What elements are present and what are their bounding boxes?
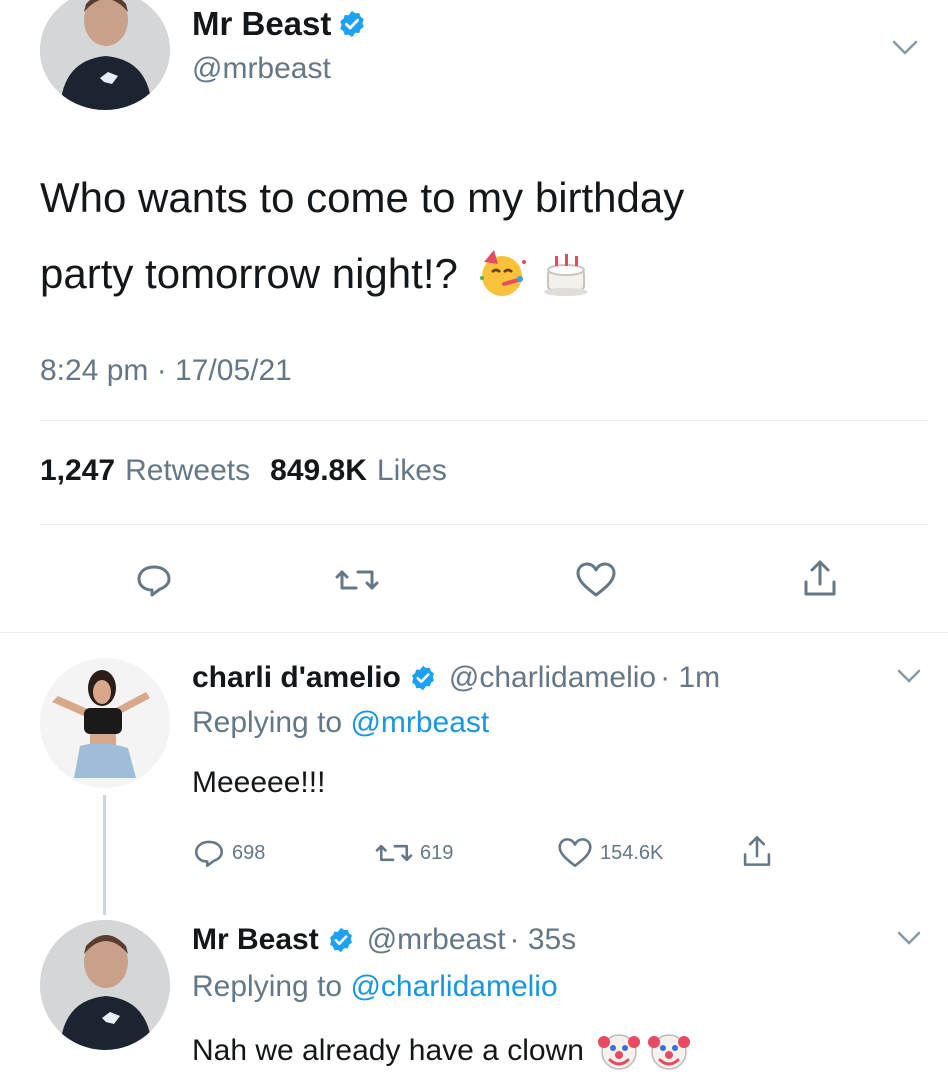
author-handle[interactable]: @mrbeast [367, 923, 506, 957]
likes-label[interactable]: Likes [377, 454, 447, 488]
reply-time[interactable]: · 35s [510, 923, 577, 957]
tweet-text-line-1: Who wants to come to my birthday [40, 174, 685, 221]
clown-face-icon [647, 1034, 690, 1070]
like-heart-icon[interactable] [574, 560, 618, 600]
retweet-icon[interactable] [334, 560, 380, 600]
divider [40, 420, 928, 421]
divider [40, 524, 928, 525]
reply-action[interactable]: 698 [192, 836, 265, 870]
tweet-timestamp[interactable]: 8:24 pm · 17/05/21 [40, 354, 292, 388]
author-handle[interactable]: @charlidamelio [449, 661, 656, 695]
avatar[interactable] [40, 658, 170, 788]
birthday-cake-icon [543, 254, 588, 296]
replying-to-label: Replying to [192, 970, 343, 1003]
reply-time[interactable]: · 1m [660, 661, 720, 695]
reply-icon [194, 840, 224, 868]
likes-count[interactable]: 849.8K [270, 454, 367, 488]
like-heart-icon [558, 838, 592, 868]
avatar-image [40, 658, 170, 788]
clown-face-icon [597, 1034, 640, 1070]
reply-count: 698 [232, 841, 266, 864]
retweet-icon [375, 844, 413, 862]
retweets-label[interactable]: Retweets [125, 454, 250, 488]
share-icon[interactable] [800, 556, 840, 600]
replying-to: Replying to @charlidamelio [192, 970, 558, 1004]
share-icon [743, 836, 771, 866]
author-handle[interactable]: @mrbeast [192, 52, 331, 86]
like-count: 154.6K [600, 841, 664, 864]
avatar-image [40, 920, 170, 1050]
chevron-down-icon[interactable] [894, 666, 924, 688]
avatar[interactable] [40, 920, 170, 1050]
chevron-down-icon[interactable] [894, 928, 924, 950]
tweet-text-line-2: party tomorrow night!? [40, 250, 458, 297]
replying-to: Replying to @mrbeast [192, 706, 489, 740]
reply-text-row: Nah we already have a clown [192, 1026, 692, 1076]
retweets-count[interactable]: 1,247 [40, 454, 115, 488]
replying-to-label: Replying to [192, 706, 343, 739]
replying-to-handle[interactable]: @charlidamelio [350, 970, 557, 1003]
avatar[interactable] [40, 0, 170, 110]
author-name[interactable]: Mr Beast [192, 923, 319, 957]
divider [0, 632, 948, 633]
thread-connector-line [103, 795, 106, 915]
avatar-image [40, 0, 170, 110]
retweet-count: 619 [420, 841, 454, 864]
reply-icon[interactable] [134, 560, 174, 600]
verified-badge-icon [329, 927, 352, 953]
author-name[interactable]: charli d'amelio [192, 661, 401, 695]
partying-face-icon [479, 250, 526, 296]
verified-badge-icon [340, 10, 365, 38]
tweet-text: Who wants to come to my birthday party t… [40, 160, 920, 312]
reply-text: Nah we already have a clown [192, 1034, 584, 1067]
reply-text: Meeeee!!! [192, 766, 326, 799]
share-action[interactable] [740, 832, 774, 870]
like-action[interactable]: 154.6K [556, 836, 663, 870]
retweet-action[interactable]: 619 [374, 836, 453, 870]
chevron-down-icon[interactable] [888, 36, 922, 60]
verified-badge-icon [411, 665, 434, 691]
replying-to-handle[interactable]: @mrbeast [350, 706, 489, 739]
tweet-stats: 1,247 Retweets 849.8K Likes [40, 454, 447, 488]
author-name[interactable]: Mr Beast [192, 5, 331, 43]
